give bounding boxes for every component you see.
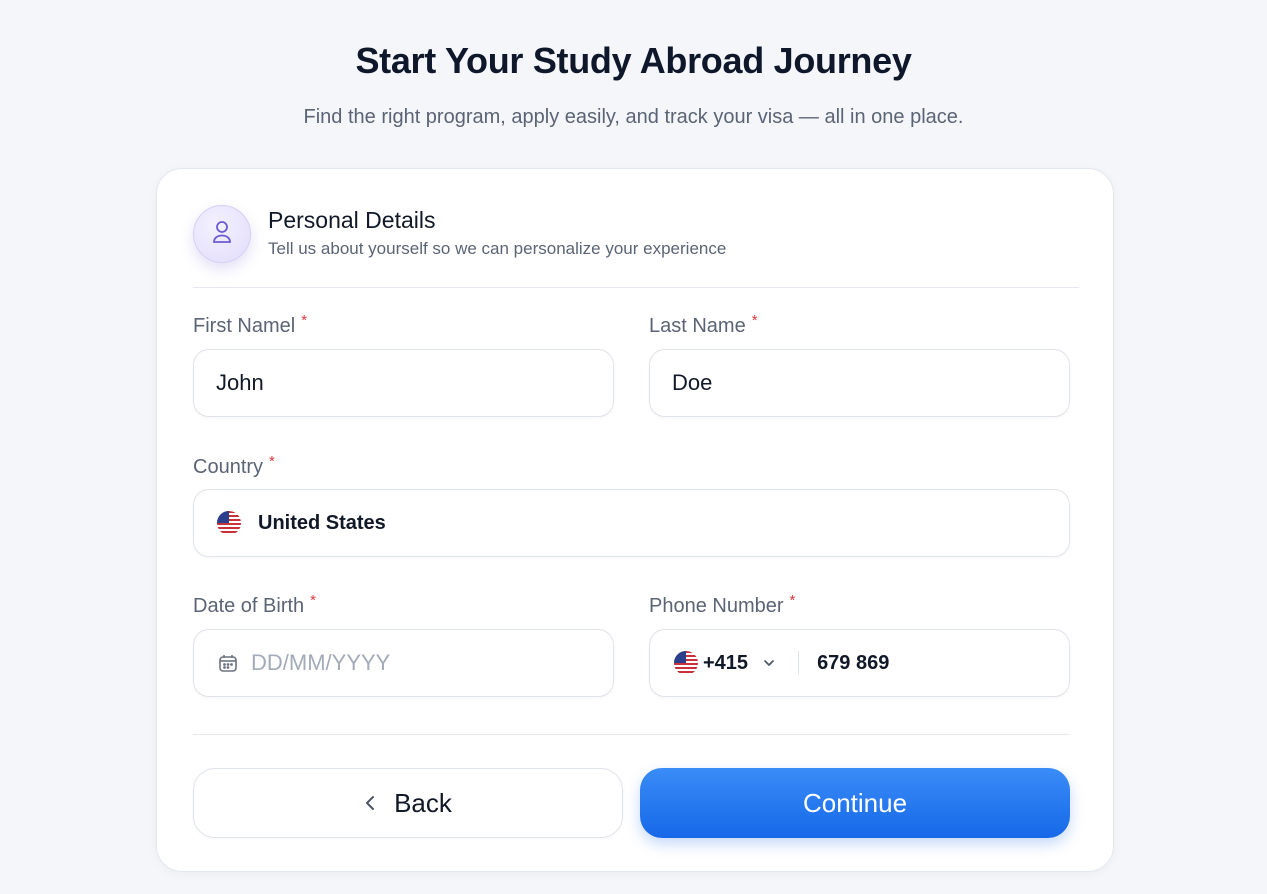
dob-input[interactable]: DD/MM/YYYY — [193, 629, 614, 697]
country-code-value: +415 — [703, 651, 749, 674]
required-marker: * — [269, 453, 275, 470]
required-marker: * — [310, 592, 317, 609]
chevron-down-icon — [762, 656, 776, 670]
last-name-value: Doe — [672, 370, 713, 395]
country-code-select[interactable]: +415 — [674, 651, 776, 675]
country-select[interactable]: United States — [193, 489, 1070, 557]
phone-input-group: +415 679 869 — [649, 629, 1070, 697]
actions-divider — [193, 734, 1070, 735]
section-avatar — [193, 205, 251, 263]
first-name-value: John — [216, 370, 264, 395]
dob-placeholder: DD/MM/YYYY — [251, 650, 391, 675]
country-value: United States — [258, 511, 386, 534]
last-name-label: Last Name * — [649, 312, 758, 337]
section-description: Tell us about yourself so we can persona… — [268, 239, 727, 258]
calendar-icon — [218, 653, 238, 673]
phone-divider — [798, 651, 800, 675]
us-flag-icon — [217, 511, 241, 535]
country-label: Country * — [193, 453, 275, 478]
page-subtitle: Find the right program, apply easily, an… — [303, 106, 964, 128]
back-button[interactable]: Back — [193, 768, 623, 838]
phone-label: Phone Number * — [649, 592, 796, 617]
personal-details-card: Personal Details Tell us about yourself … — [156, 168, 1114, 872]
phone-number-input[interactable]: 679 869 — [817, 652, 889, 675]
page-title: Start Your Study Abroad Journey — [355, 40, 912, 81]
continue-button-label: Continue — [802, 787, 908, 818]
dob-label: Date of Birth * — [193, 592, 317, 617]
us-flag-icon — [674, 651, 698, 675]
user-icon — [210, 219, 234, 250]
first-name-input[interactable]: John — [193, 349, 614, 417]
first-name-label: First Namel * — [193, 312, 308, 337]
back-button-label: Back — [394, 787, 452, 818]
continue-button[interactable]: Continue — [640, 768, 1070, 838]
required-marker: * — [751, 312, 758, 329]
section-title: Personal Details — [268, 207, 436, 233]
required-marker: * — [789, 592, 796, 609]
last-name-input[interactable]: Doe — [649, 349, 1070, 417]
section-divider — [193, 287, 1079, 288]
chevron-left-icon — [364, 794, 376, 812]
required-marker: * — [301, 312, 308, 329]
